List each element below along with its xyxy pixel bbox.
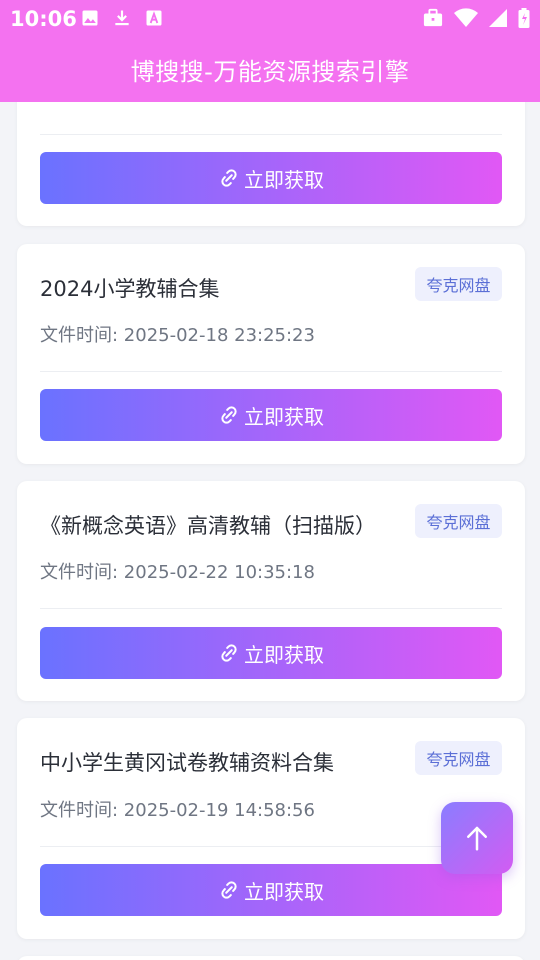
get-now-button[interactable]: 立即获取 bbox=[40, 627, 502, 679]
get-now-button[interactable]: 立即获取 bbox=[40, 864, 502, 916]
briefcase-icon bbox=[423, 8, 443, 27]
link-icon bbox=[221, 169, 237, 187]
result-title[interactable]: 2024小学教辅合集 bbox=[40, 273, 219, 303]
wifi-icon bbox=[454, 8, 478, 27]
link-icon bbox=[221, 881, 237, 899]
file-time: 文件时间: 2025-02-18 23:25:23 bbox=[40, 325, 315, 346]
result-card bbox=[17, 956, 525, 960]
link-icon bbox=[221, 644, 237, 662]
result-title[interactable]: 中小学生黄冈试卷教辅资料合集 bbox=[40, 747, 334, 777]
page-title: 博搜搜-万能资源搜索引擎 bbox=[130, 58, 410, 86]
get-now-label: 立即获取 bbox=[244, 642, 324, 667]
status-time: 10:06 bbox=[10, 7, 77, 31]
link-icon bbox=[221, 406, 237, 424]
signal-icon bbox=[489, 9, 507, 27]
divider bbox=[40, 846, 502, 847]
notification-icons bbox=[80, 8, 164, 28]
result-card: 2024小学教辅合集 夸克网盘 文件时间: 2025-02-18 23:25:2… bbox=[17, 244, 525, 464]
get-now-label: 立即获取 bbox=[244, 879, 324, 904]
source-tag: 夸克网盘 bbox=[415, 741, 502, 775]
status-bar: 10:06 bbox=[0, 0, 540, 36]
system-icons bbox=[422, 8, 530, 28]
divider bbox=[40, 371, 502, 372]
source-tag: 夸克网盘 bbox=[415, 267, 502, 301]
file-time: 文件时间: 2025-02-19 14:58:56 bbox=[40, 800, 315, 821]
result-title[interactable]: 《新概念英语》高清教辅（扫描版） bbox=[40, 510, 376, 540]
text-icon bbox=[146, 10, 162, 26]
file-time: 文件时间: 2025-02-22 10:35:18 bbox=[40, 562, 315, 583]
get-now-label: 立即获取 bbox=[244, 404, 324, 429]
result-card: 《新概念英语》高清教辅（扫描版） 夸克网盘 文件时间: 2025-02-22 1… bbox=[17, 481, 525, 701]
get-now-label: 立即获取 bbox=[244, 167, 324, 192]
app-header: 10:06 博搜搜-万能资源搜索引擎 bbox=[0, 0, 540, 102]
get-now-button[interactable]: 立即获取 bbox=[40, 152, 502, 204]
divider bbox=[40, 134, 502, 135]
download-icon bbox=[115, 10, 129, 26]
back-to-top-button[interactable] bbox=[441, 802, 513, 874]
get-now-button[interactable]: 立即获取 bbox=[40, 389, 502, 441]
arrow-up-icon bbox=[467, 826, 487, 851]
image-icon bbox=[82, 10, 98, 26]
battery-icon bbox=[518, 8, 530, 28]
source-tag: 夸克网盘 bbox=[415, 504, 502, 538]
divider bbox=[40, 608, 502, 609]
